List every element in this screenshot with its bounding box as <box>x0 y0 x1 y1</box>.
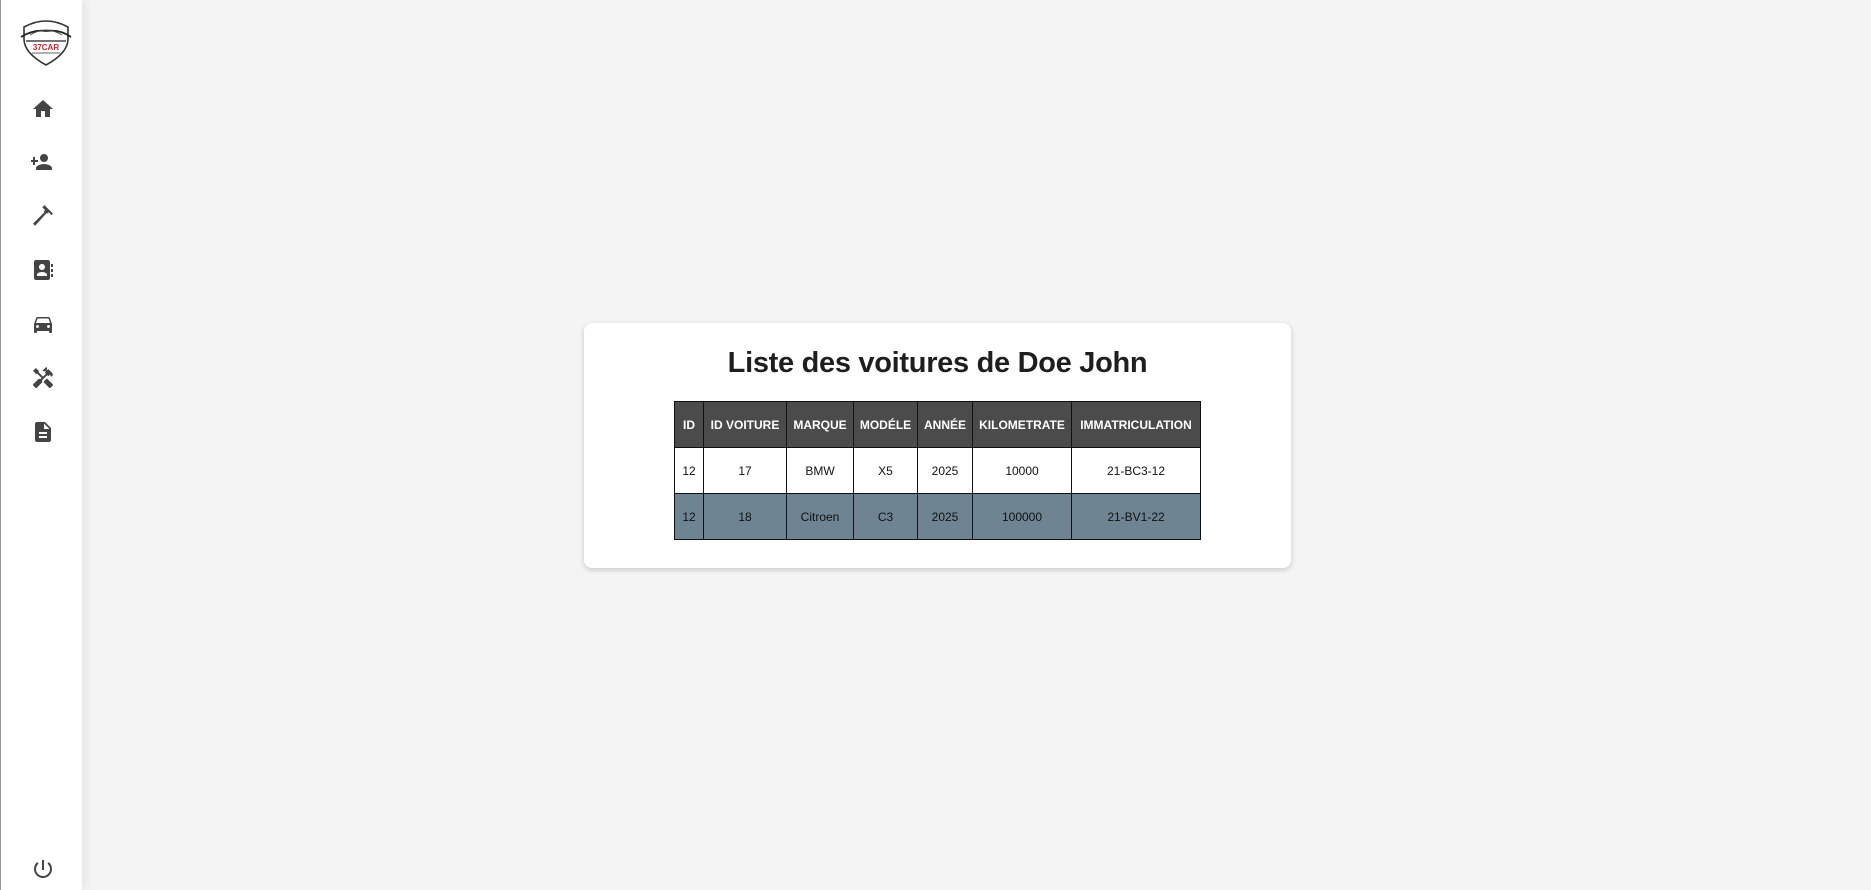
header-modele: MODÉLE <box>853 401 918 448</box>
table-row: 12 17 BMW X5 2025 10000 21-BC3-12 <box>674 447 1201 494</box>
logo-text: 37CAR <box>33 43 59 52</box>
nav-contacts[interactable] <box>23 250 63 290</box>
add-user-icon <box>31 154 52 170</box>
power-icon <box>34 860 52 878</box>
cell-annee: 2025 <box>917 447 973 494</box>
cell-modele: X5 <box>853 447 918 494</box>
sidebar: 37CAR <box>0 0 82 890</box>
document-icon <box>35 422 51 442</box>
header-id: ID <box>674 401 704 448</box>
header-id-voiture: ID VOITURE <box>703 401 787 448</box>
home-icon <box>33 100 53 117</box>
cell-immatriculation: 21-BC3-12 <box>1071 447 1201 494</box>
brand-logo[interactable]: 37CAR <box>18 17 74 67</box>
cell-id-voiture: 18 <box>703 493 787 540</box>
cell-immatriculation: 21-BV1-22 <box>1071 493 1201 540</box>
nav-documents[interactable] <box>23 412 63 452</box>
cars-list-card: Liste des voitures de Doe John ID ID VOI… <box>584 323 1291 568</box>
tools-icon <box>33 367 53 389</box>
cell-id: 12 <box>674 447 704 494</box>
cell-marque: BMW <box>786 447 854 494</box>
nav-cars[interactable] <box>23 304 63 344</box>
page-title: Liste des voitures de Doe John <box>727 347 1148 379</box>
header-immatriculation: IMMATRICULATION <box>1071 401 1201 448</box>
nav-add-user[interactable] <box>23 142 63 182</box>
contacts-icon <box>34 260 53 280</box>
nav-hammer[interactable] <box>23 196 63 236</box>
cell-kilometrate: 100000 <box>972 493 1072 540</box>
table-header-row: ID ID VOITURE MARQUE MODÉLE ANNÉE KILOME… <box>674 401 1201 448</box>
cell-kilometrate: 10000 <box>972 447 1072 494</box>
cars-table: ID ID VOITURE MARQUE MODÉLE ANNÉE KILOME… <box>674 401 1201 540</box>
cell-marque: Citroen <box>786 493 854 540</box>
header-kilometrate: KILOMETRATE <box>972 401 1072 448</box>
header-annee: ANNÉE <box>917 401 973 448</box>
cell-annee: 2025 <box>917 493 973 540</box>
nav-tools[interactable] <box>23 358 63 398</box>
cell-modele: C3 <box>853 493 918 540</box>
cell-id-voiture: 17 <box>703 447 787 494</box>
header-marque: MARQUE <box>786 401 854 448</box>
cell-id: 12 <box>674 493 704 540</box>
logout-button[interactable] <box>23 849 63 889</box>
car-icon <box>34 317 52 333</box>
nav-home[interactable] <box>23 89 63 129</box>
table-row: 12 18 Citroen C3 2025 100000 21-BV1-22 <box>674 493 1201 540</box>
hammer-icon <box>33 205 53 226</box>
